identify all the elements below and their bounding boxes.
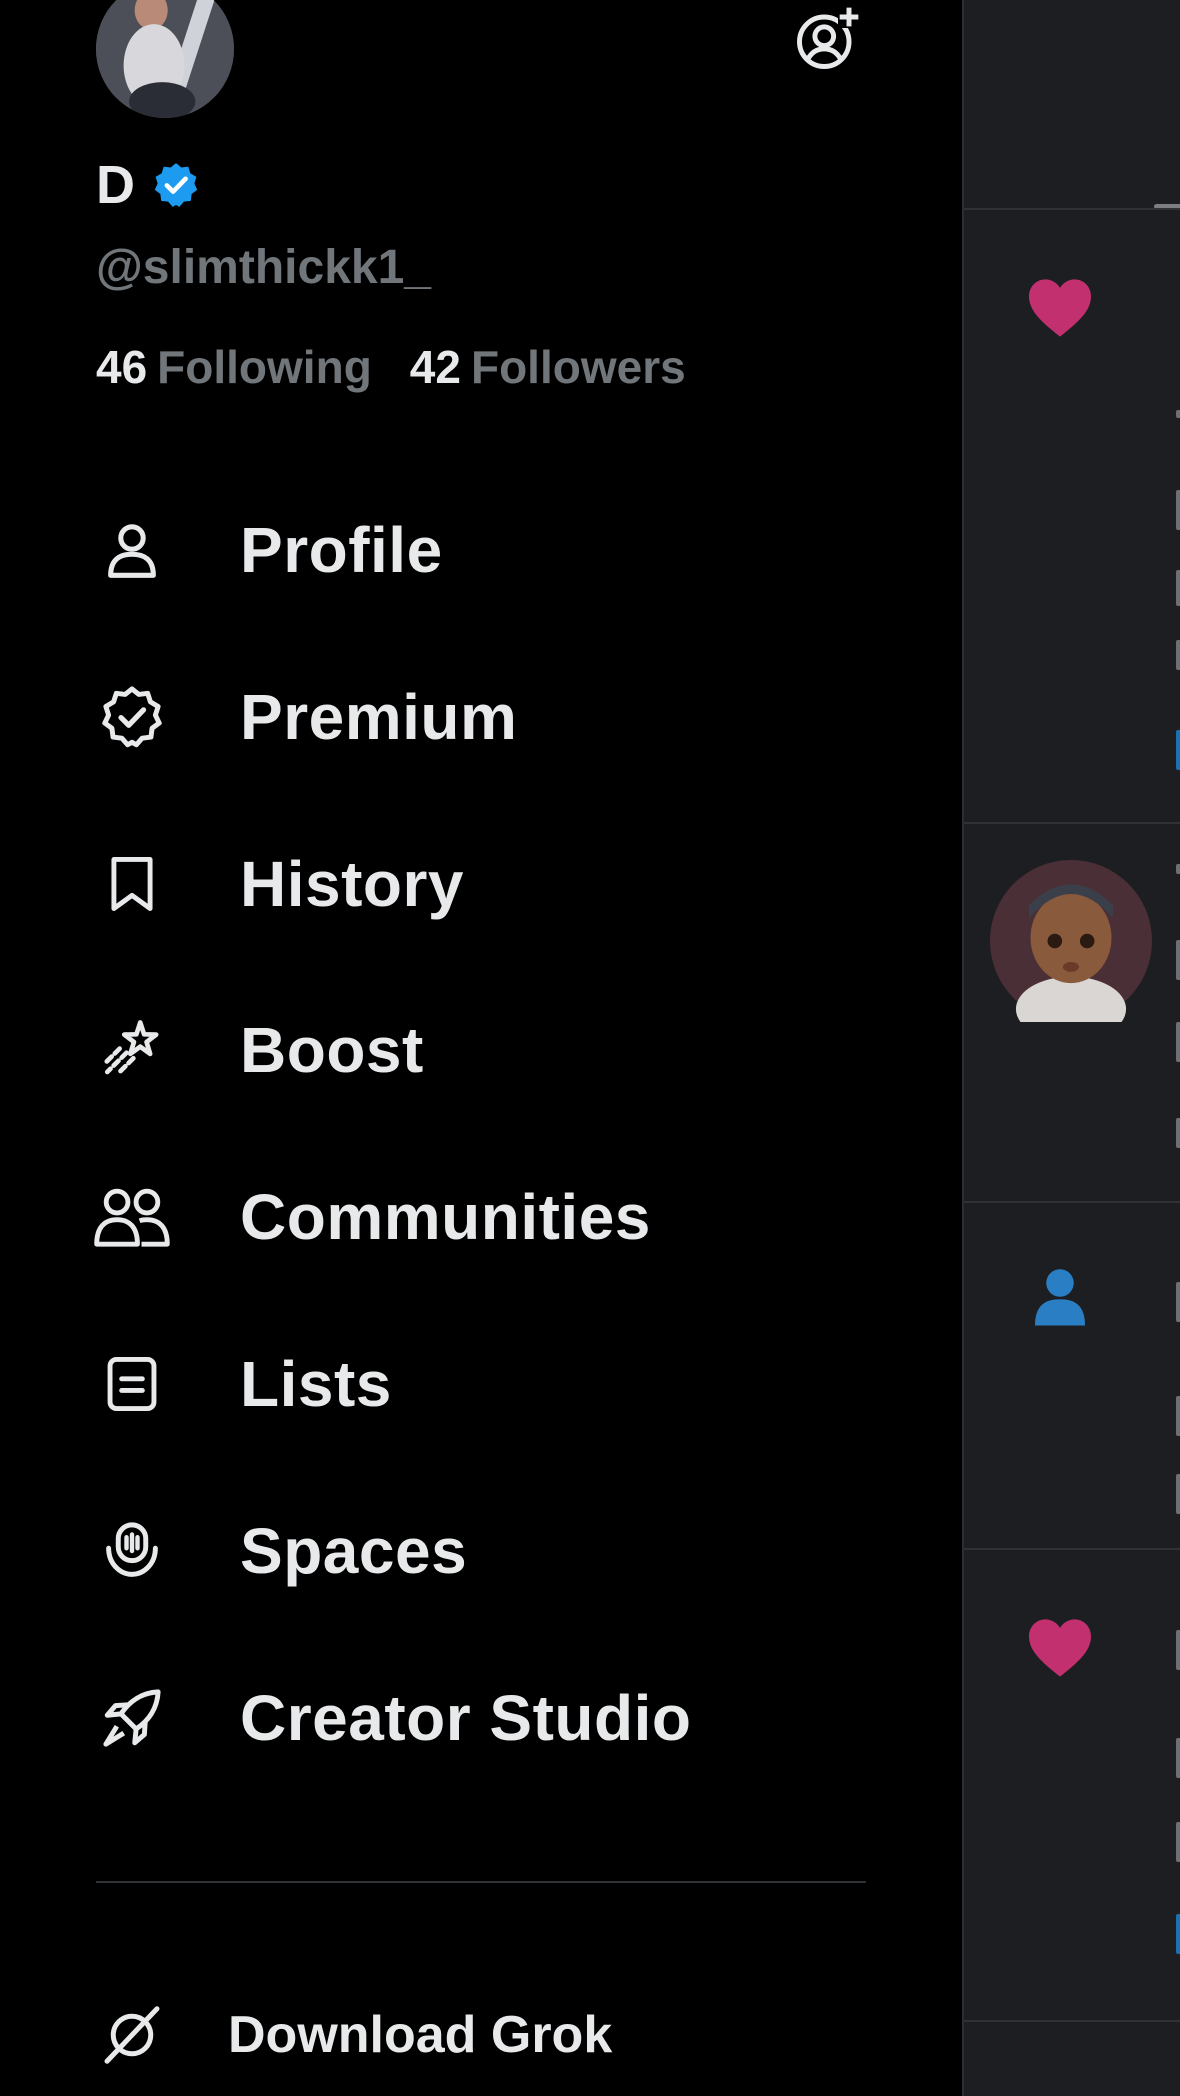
add-account-icon[interactable] [794,6,860,72]
menu-item-premium[interactable]: Premium [90,657,870,777]
sparkle-icon [103,1020,159,1076]
timeline-divider [964,208,1180,210]
profile-avatar[interactable] [96,0,234,118]
rocket-icon [103,1689,161,1747]
timeline-backdrop[interactable] [962,0,1180,2096]
text-peek [1176,1118,1180,1148]
timeline-divider [964,1548,1180,1550]
timeline-divider [964,822,1180,824]
menu-label-lists: Lists [240,1348,392,1420]
menu-label-profile: Profile [240,514,443,586]
menu-item-profile[interactable]: Profile [90,490,870,610]
text-peek [1176,864,1180,874]
text-peek [1176,1914,1180,1954]
display-name: D [96,155,135,215]
grok-icon [104,2006,160,2064]
text-peek [1176,570,1180,606]
text-peek [1176,1738,1180,1778]
heart-icon [1029,279,1091,337]
menu-item-history[interactable]: History [90,824,870,944]
avatar[interactable] [990,860,1152,1022]
menu-item-creator-studio[interactable]: Creator Studio [90,1658,870,1778]
heart-icon [1029,1619,1091,1677]
followers-stat[interactable]: 42 Followers [410,340,686,394]
text-peek [1176,410,1180,418]
menu-label-creator-studio: Creator Studio [240,1682,692,1754]
text-peek [1176,490,1180,530]
menu-label-premium: Premium [240,681,518,753]
follow-stats: 46 Following 42 Followers [96,340,686,394]
verified-badge-icon [154,163,198,207]
following-stat[interactable]: 46 Following [96,340,372,394]
text-peek [1176,940,1180,980]
side-drawer: D @slimthickk1_ 46 Following 42 Followers [0,0,962,2096]
text-peek [1176,640,1180,670]
timeline-divider [964,1201,1180,1203]
menu-item-communities[interactable]: Communities [90,1157,870,1277]
download-grok-label: Download Grok [228,2006,613,2064]
text-peek [1176,730,1180,770]
menu-label-spaces: Spaces [240,1515,468,1587]
text-peek [1176,1474,1180,1514]
list-icon [107,1357,157,1411]
microphone-icon [106,1522,158,1577]
text-peek [1176,1396,1180,1436]
display-name-row[interactable]: D [96,150,201,220]
text-peek [1176,1282,1180,1322]
followers-count: 42 [409,341,461,393]
menu-item-spaces[interactable]: Spaces [90,1491,870,1611]
person-icon [108,524,156,578]
bookmark-icon [111,857,153,911]
person-icon [1035,1269,1085,1326]
text-peek [1176,1022,1180,1062]
app-screen: D @slimthickk1_ 46 Following 42 Followers [0,0,1180,2096]
menu-item-lists[interactable]: Lists [90,1324,870,1444]
menu-label-history: History [240,848,464,920]
menu-divider [96,1881,866,1883]
followers-label: Followers [470,341,686,393]
text-peek [1176,1822,1180,1862]
menu-label-communities: Communities [240,1181,651,1253]
verified-badge-icon [102,686,162,748]
text-peek [1176,1630,1180,1670]
avatar-photo [96,0,234,118]
menu-item-boost[interactable]: Boost [90,990,870,1110]
timeline-divider [964,2020,1180,2022]
menu-label-boost: Boost [240,1014,424,1086]
following-count: 46 [96,341,148,393]
following-label: Following [157,341,372,393]
profile-handle[interactable]: @slimthickk1_ [96,240,431,295]
people-icon [94,1188,170,1247]
download-grok-button[interactable]: Download Grok [90,1980,870,2090]
